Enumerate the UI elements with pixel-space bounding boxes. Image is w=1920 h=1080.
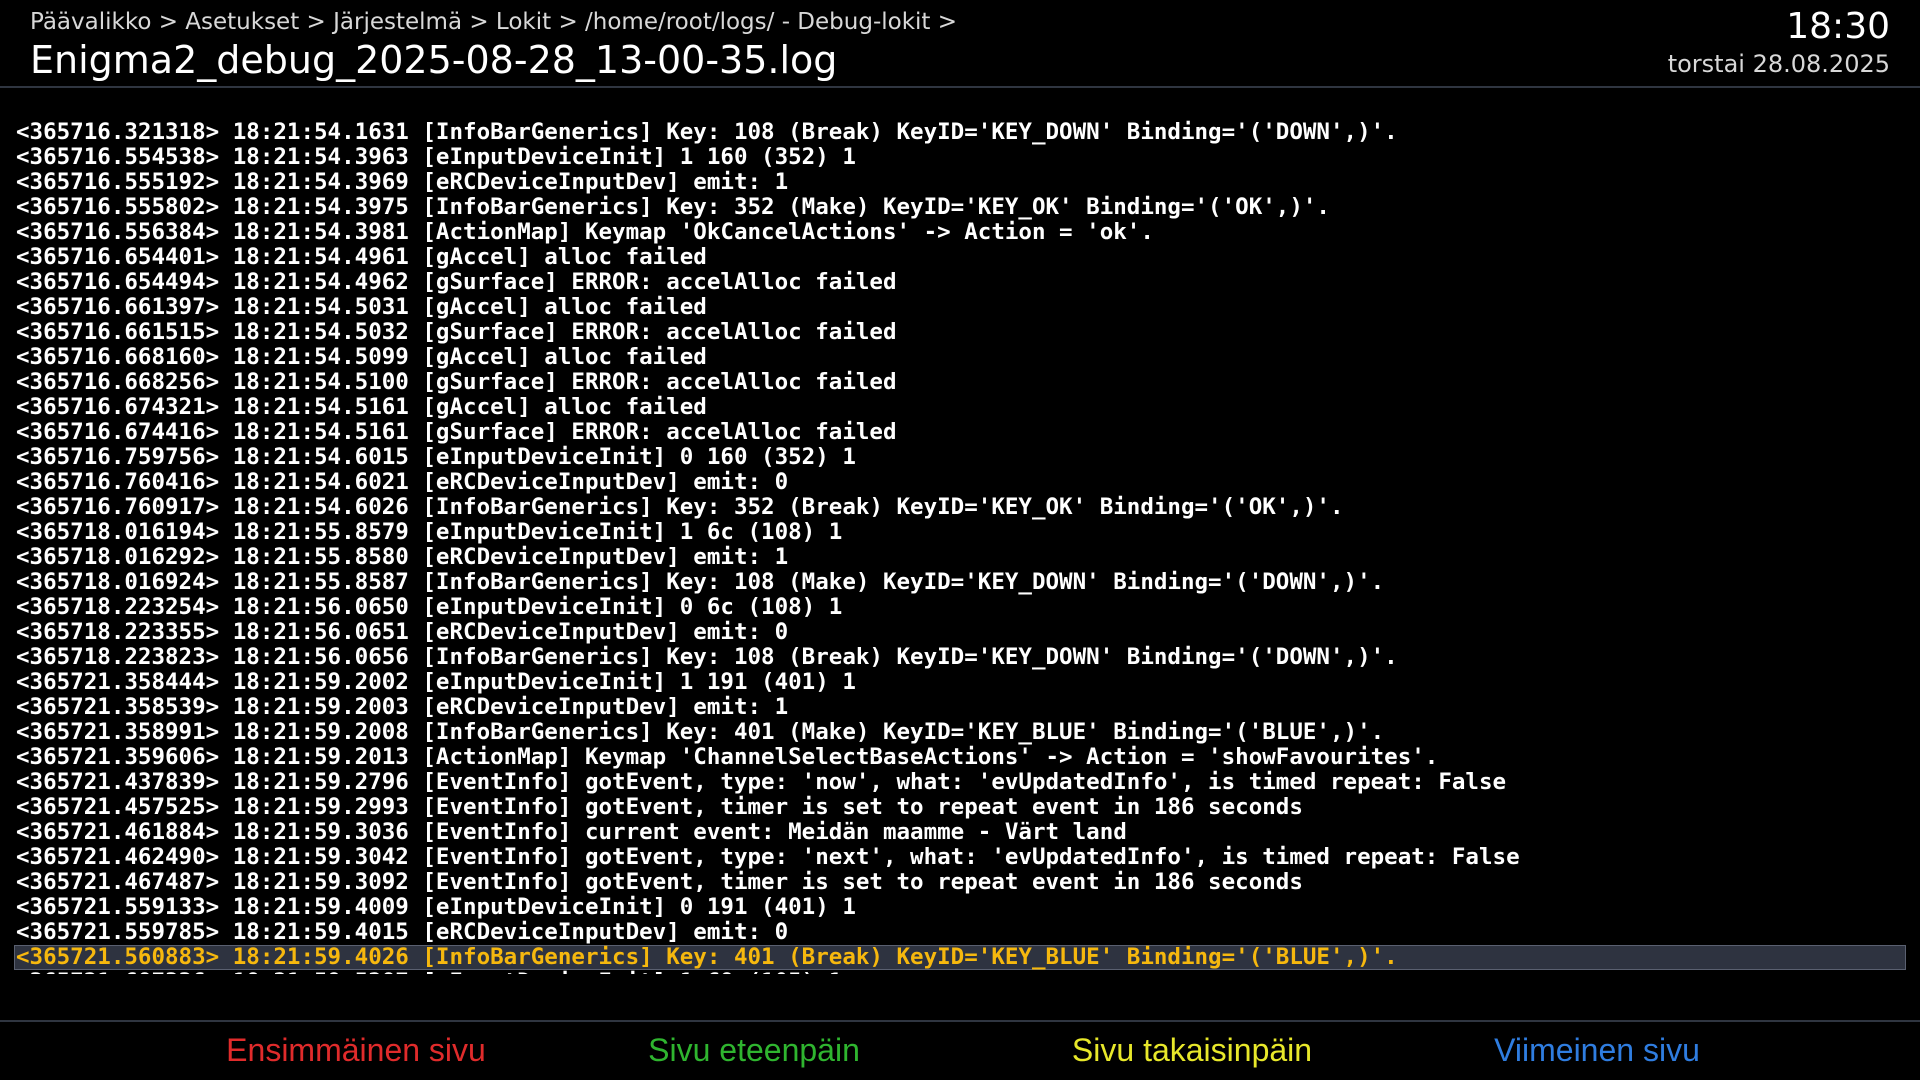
log-line[interactable]: <365716.668160> 18:21:54.5099 [gAccel] a…	[14, 345, 1906, 370]
log-line[interactable]: <365716.556384> 18:21:54.3981 [ActionMap…	[14, 220, 1906, 245]
log-line-partial[interactable]: <365721.687336> 18:21:59.5287 [eInputDev…	[14, 970, 1906, 974]
log-line[interactable]: <365716.554538> 18:21:54.3963 [eInputDev…	[14, 145, 1906, 170]
log-line[interactable]: <365716.674321> 18:21:54.5161 [gAccel] a…	[14, 395, 1906, 420]
log-line[interactable]: <365721.358444> 18:21:59.2002 [eInputDev…	[14, 670, 1906, 695]
log-line[interactable]: <365718.016292> 18:21:55.8580 [eRCDevice…	[14, 545, 1906, 570]
log-line[interactable]: <365716.654494> 18:21:54.4962 [gSurface]…	[14, 270, 1906, 295]
log-line[interactable]: <365716.654401> 18:21:54.4961 [gAccel] a…	[14, 245, 1906, 270]
log-line[interactable]: <365716.661515> 18:21:54.5032 [gSurface]…	[14, 320, 1906, 345]
log-line[interactable]: <365721.559785> 18:21:59.4015 [eRCDevice…	[14, 920, 1906, 945]
log-line[interactable]: <365718.016924> 18:21:55.8587 [InfoBarGe…	[14, 570, 1906, 595]
last-page-button[interactable]: Viimeinen sivu	[1494, 1032, 1700, 1069]
log-line[interactable]: <365716.661397> 18:21:54.5031 [gAccel] a…	[14, 295, 1906, 320]
log-line[interactable]: <365716.668256> 18:21:54.5100 [gSurface]…	[14, 370, 1906, 395]
log-view[interactable]: <365716.321318> 18:21:54.1631 [InfoBarGe…	[0, 120, 1920, 974]
previous-page-button[interactable]: Sivu takaisinpäin	[1072, 1032, 1312, 1069]
first-page-button[interactable]: Ensimmäinen sivu	[226, 1032, 486, 1069]
log-line[interactable]: <365718.223823> 18:21:56.0656 [InfoBarGe…	[14, 645, 1906, 670]
log-line[interactable]: <365716.760917> 18:21:54.6026 [InfoBarGe…	[14, 495, 1906, 520]
log-line[interactable]: <365721.461884> 18:21:59.3036 [EventInfo…	[14, 820, 1906, 845]
log-line[interactable]: <365721.462490> 18:21:59.3042 [EventInfo…	[14, 845, 1906, 870]
next-page-button[interactable]: Sivu eteenpäin	[648, 1032, 860, 1069]
header-bar: Päävalikko > Asetukset > Järjestelmä > L…	[0, 0, 1920, 88]
log-line[interactable]: <365721.437839> 18:21:59.2796 [EventInfo…	[14, 770, 1906, 795]
log-line[interactable]: <365716.555192> 18:21:54.3969 [eRCDevice…	[14, 170, 1906, 195]
log-line[interactable]: <365716.760416> 18:21:54.6021 [eRCDevice…	[14, 470, 1906, 495]
log-line[interactable]: <365721.467487> 18:21:59.3092 [EventInfo…	[14, 870, 1906, 895]
log-line[interactable]: <365718.223355> 18:21:56.0651 [eRCDevice…	[14, 620, 1906, 645]
log-line[interactable]: <365718.223254> 18:21:56.0650 [eInputDev…	[14, 595, 1906, 620]
log-line[interactable]: <365716.674416> 18:21:54.5161 [gSurface]…	[14, 420, 1906, 445]
clock: 18:30	[1786, 6, 1890, 47]
breadcrumb: Päävalikko > Asetukset > Järjestelmä > L…	[30, 9, 958, 35]
log-line[interactable]: <365721.358991> 18:21:59.2008 [InfoBarGe…	[14, 720, 1906, 745]
log-line[interactable]: <365721.358539> 18:21:59.2003 [eRCDevice…	[14, 695, 1906, 720]
page-title: Enigma2_debug_2025-08-28_13-00-35.log	[30, 38, 838, 82]
log-line[interactable]: <365716.759756> 18:21:54.6015 [eInputDev…	[14, 445, 1906, 470]
log-line[interactable]: <365718.016194> 18:21:55.8579 [eInputDev…	[14, 520, 1906, 545]
date-label: torstai 28.08.2025	[1667, 50, 1890, 78]
footer-bar: Ensimmäinen sivu Sivu eteenpäin Sivu tak…	[0, 1020, 1920, 1080]
log-line[interactable]: <365716.555802> 18:21:54.3975 [InfoBarGe…	[14, 195, 1906, 220]
log-line[interactable]: <365721.359606> 18:21:59.2013 [ActionMap…	[14, 745, 1906, 770]
log-line[interactable]: <365721.559133> 18:21:59.4009 [eInputDev…	[14, 895, 1906, 920]
log-line-selected[interactable]: <365721.560883> 18:21:59.4026 [InfoBarGe…	[14, 945, 1906, 970]
log-line[interactable]: <365721.457525> 18:21:59.2993 [EventInfo…	[14, 795, 1906, 820]
log-line[interactable]: <365716.321318> 18:21:54.1631 [InfoBarGe…	[14, 120, 1906, 145]
